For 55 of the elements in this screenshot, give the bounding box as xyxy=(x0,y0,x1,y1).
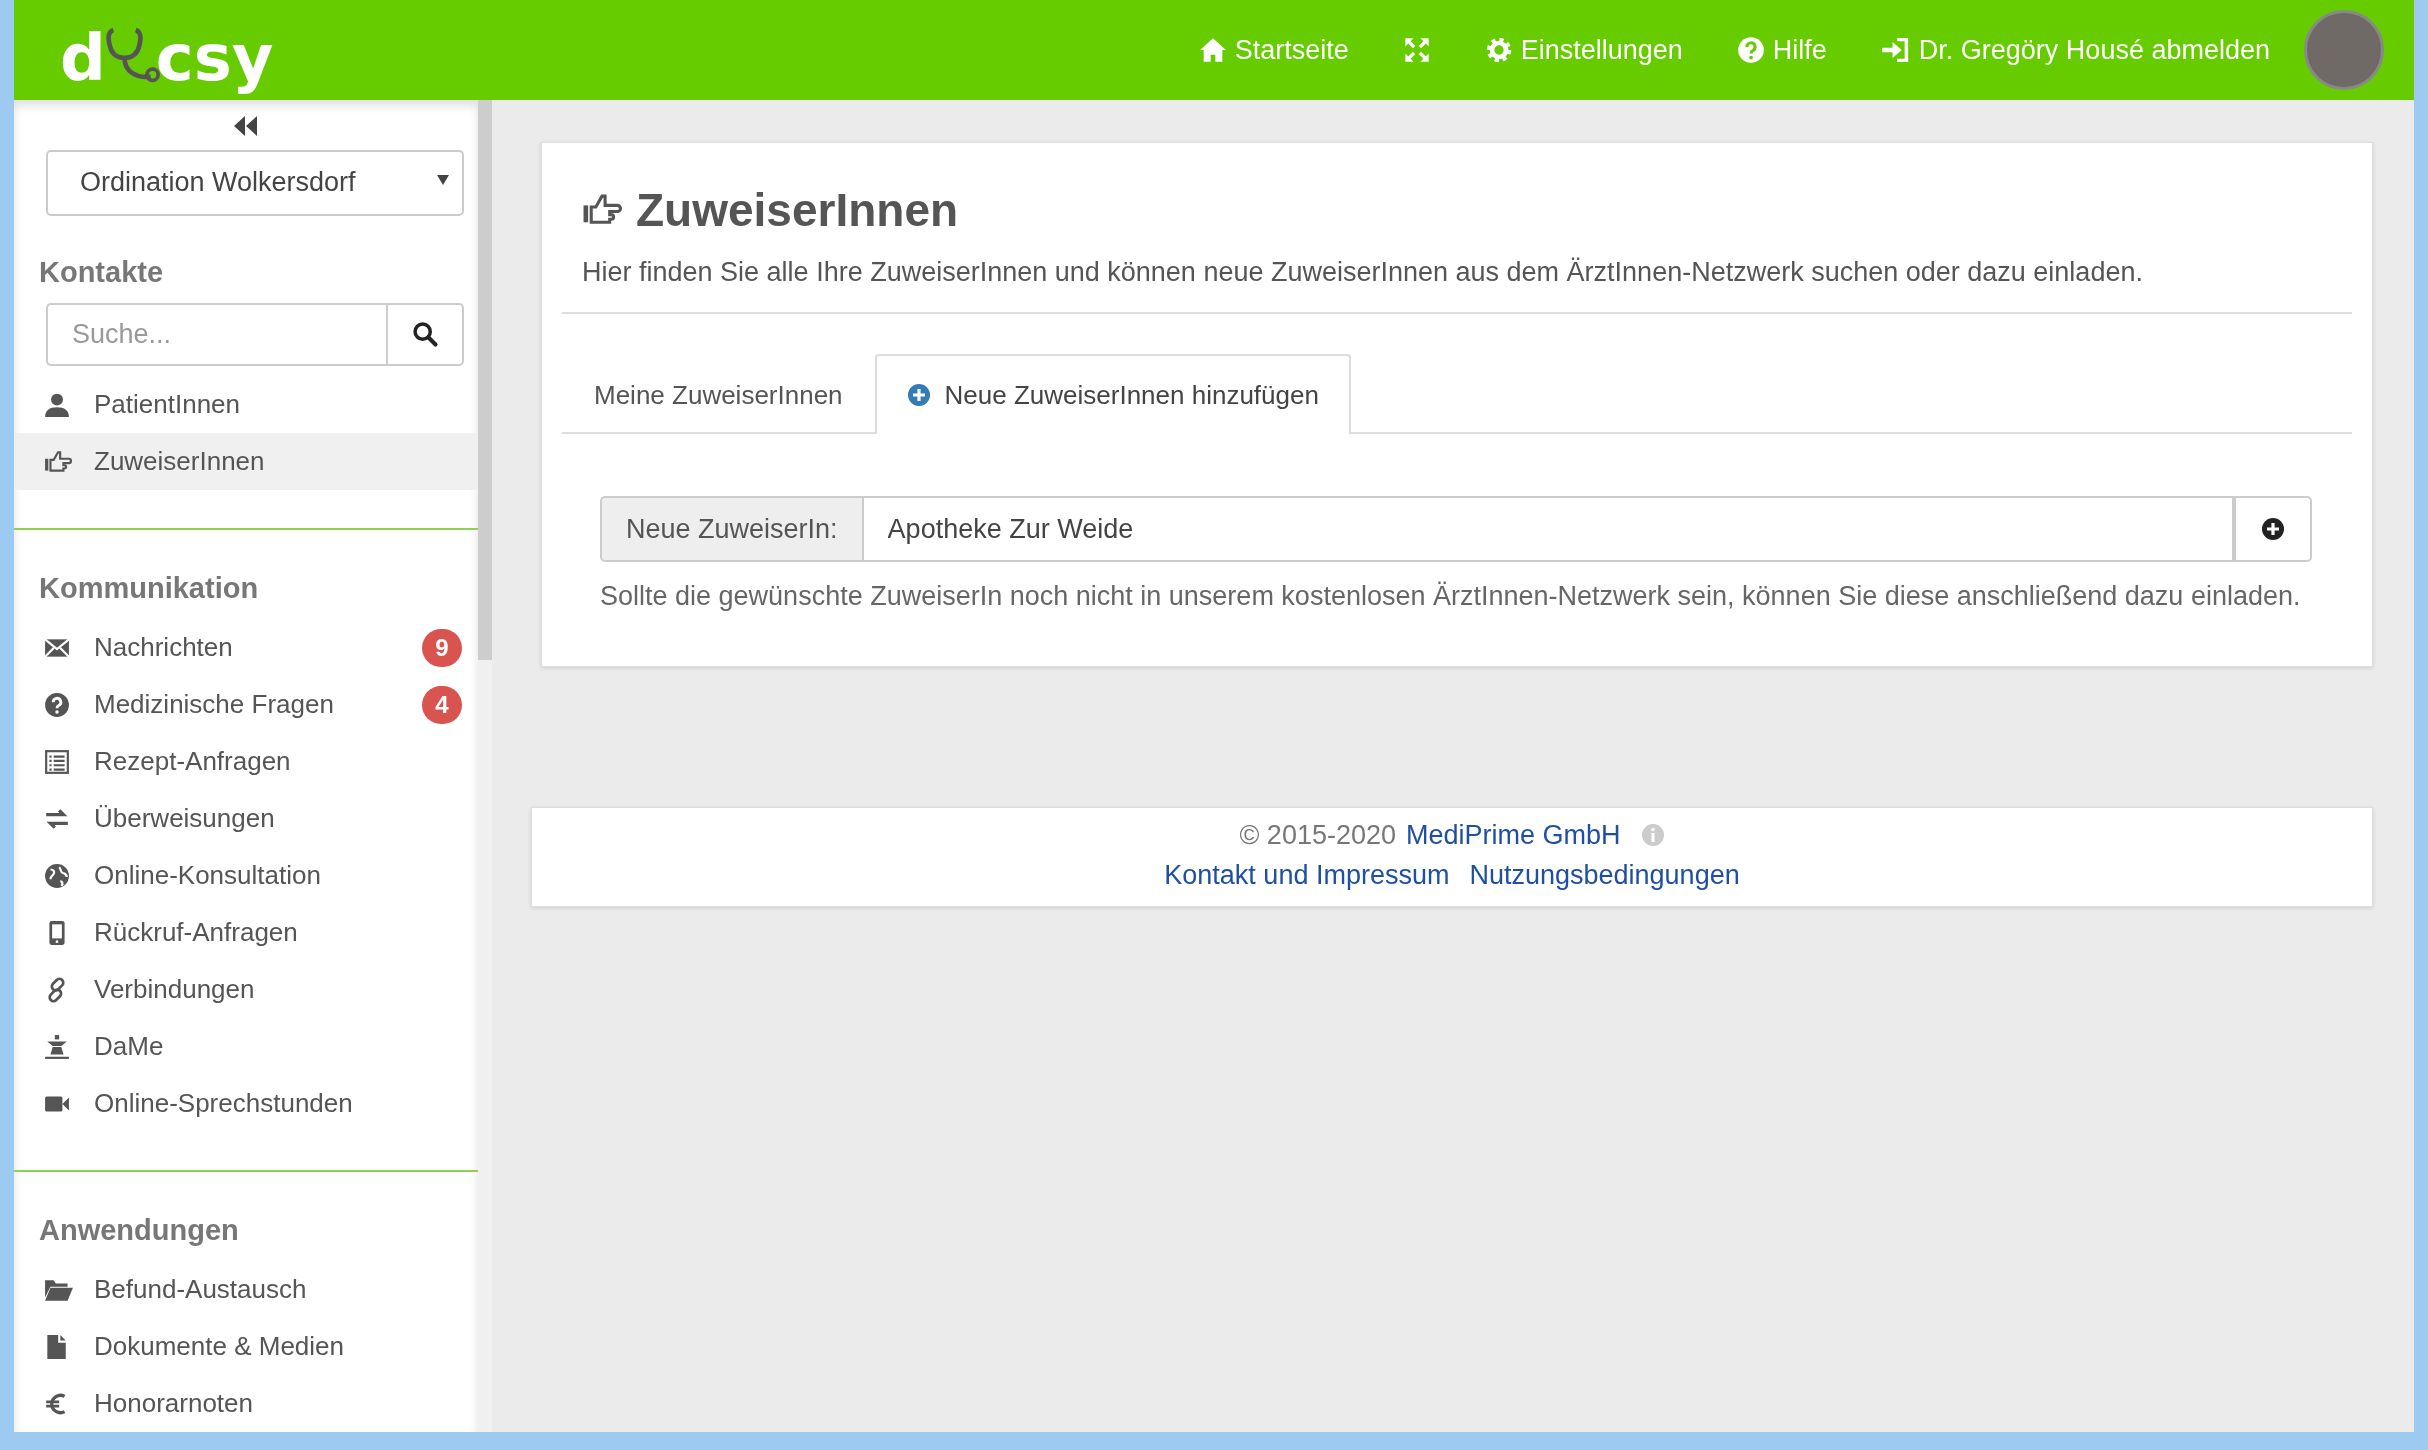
caret-icon xyxy=(436,173,450,186)
page-title: ZuweiserInnen xyxy=(582,183,2332,237)
count-badge: 4 xyxy=(422,685,462,724)
search-button[interactable] xyxy=(386,302,464,366)
page-description: Hier finden Sie alle Ihre ZuweiserInnen und können neue ZuweiserInnen aus dem ÄrztInnen-Netzwerk suchen oder dazu einladen. xyxy=(582,257,2144,288)
copyright-text: © 2015-2020 xyxy=(1239,819,1396,852)
company-link[interactable]: MediPrime GmbH xyxy=(1406,816,1621,854)
section-heading: Anwendungen xyxy=(39,1214,240,1247)
pedestal-icon xyxy=(44,1033,70,1060)
sidebar-item[interactable]: Online-Konsultation xyxy=(14,847,478,904)
footer-link[interactable]: Nutzungsbedingungen xyxy=(1469,856,1740,894)
scrollbar-thumb[interactable] xyxy=(478,100,492,660)
plus-circle-icon xyxy=(2261,517,2285,541)
search-field[interactable]: Suche... xyxy=(46,302,386,366)
sidebar-item[interactable]: Überweisungen xyxy=(14,790,478,847)
tab[interactable]: Neue ZuweiserInnen hinzufügen xyxy=(874,354,1351,434)
field-label: Neue ZuweiserIn: xyxy=(600,496,864,562)
sidebar-item[interactable]: Nachrichten 9 xyxy=(14,619,478,676)
section-heading: Kontakte xyxy=(39,255,165,289)
count-badge: 9 xyxy=(422,628,462,667)
search-icon xyxy=(411,320,439,349)
practice-select[interactable]: Ordination Wolkersdorf xyxy=(46,150,464,216)
sidebar-item[interactable]: Honorarnoten xyxy=(14,1375,478,1432)
sidebar-item[interactable]: DaMe xyxy=(14,1018,478,1075)
section-heading: Kommunikation xyxy=(39,572,260,605)
tab[interactable]: Meine ZuweiserInnen xyxy=(562,354,875,434)
folder-icon xyxy=(44,1277,74,1302)
sidebar-item[interactable]: Befund-Austausch xyxy=(14,1261,478,1318)
sidebar-item[interactable]: Medizinische Fragen 4 xyxy=(14,676,478,733)
info-icon[interactable] xyxy=(1640,823,1665,847)
add-button[interactable] xyxy=(2234,496,2312,562)
file-icon xyxy=(44,1333,68,1360)
sidebar-item[interactable]: ZuweiserInnen xyxy=(14,433,478,490)
input-field[interactable]: Apotheke Zur Weide xyxy=(863,496,2234,562)
list-icon xyxy=(44,748,70,775)
sidebar-item[interactable]: Verbindungen xyxy=(14,961,478,1018)
globe-icon xyxy=(44,862,70,889)
settings-icon xyxy=(1484,36,1513,64)
help-icon xyxy=(1736,36,1765,64)
sidebar-item[interactable]: Dokumente & Medien xyxy=(14,1318,478,1375)
sign-in-icon xyxy=(1880,36,1911,64)
collapse-icon[interactable] xyxy=(233,114,259,138)
plus-circle-icon xyxy=(906,383,931,407)
question-icon xyxy=(44,691,70,718)
exchange-arrows-icon xyxy=(44,806,70,831)
sidebar-item[interactable]: Rezept-Anfragen xyxy=(14,733,478,790)
fullscreen-icon[interactable] xyxy=(1402,36,1431,64)
sidebar-item[interactable]: PatientInnen xyxy=(14,376,478,433)
sidebar-item[interactable]: Online-Sprechstunden xyxy=(14,1075,478,1132)
sidebar-item[interactable]: Rückruf-Anfragen xyxy=(14,904,478,961)
footer-link[interactable]: Kontakt und Impressum xyxy=(1164,856,1450,894)
home-icon xyxy=(1198,36,1227,64)
pointing-hand-icon xyxy=(44,448,72,475)
user-icon xyxy=(44,391,70,418)
help-text: Sollte die gewünschte ZuweiserIn noch nicht in unserem kostenlosen ÄrztInnen-Netzwerk sein, können Sie diese anschließend dazu einladen. xyxy=(600,580,2302,613)
